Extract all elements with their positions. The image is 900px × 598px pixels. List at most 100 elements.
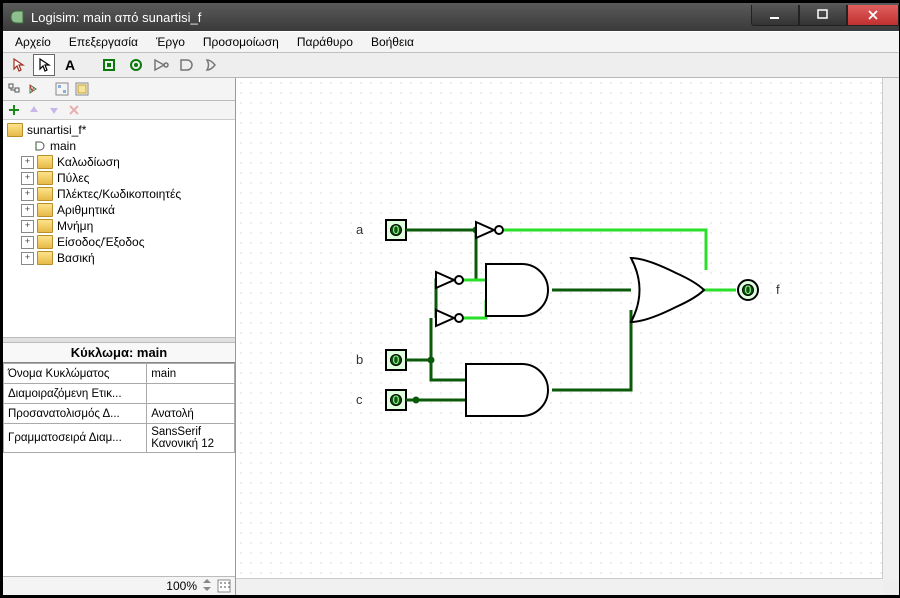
canvas[interactable]: 0 0 0 0 [236,78,899,595]
project-tree[interactable]: sunartisi_f* main + Καλωδίωση + Πύλες + Πλέ… [3,120,235,337]
menu-file[interactable]: Αρχείο [7,34,59,50]
text-tool-button[interactable]: A [59,54,81,76]
menu-project[interactable]: Έργο [148,34,193,50]
pin-value: 0 [393,393,400,407]
view-sim-button[interactable] [25,80,43,98]
expander-icon[interactable]: + [21,220,34,233]
attr-name: Γραμματοσειρά Διαμ... [4,424,147,453]
window-title: Logisim: main από sunartisi_f [31,10,751,25]
and-gate-2[interactable] [466,364,548,416]
and-gate-1[interactable] [486,264,548,316]
grid-toggle-icon[interactable] [217,579,231,593]
attribute-header: Κύκλωμα: main [3,343,235,363]
move-up-button[interactable] [25,101,43,119]
not-gate-button[interactable] [151,54,173,76]
attr-row[interactable]: Όνομα Κυκλώματοςmain [4,364,235,384]
tree-circuit-main[interactable]: main [7,138,231,154]
add-circuit-button[interactable] [5,101,23,119]
tree-lib-label: Βασική [57,251,95,265]
tree-lib-label: Αριθμητικά [57,203,115,217]
input-pin-button[interactable] [99,54,121,76]
menu-edit[interactable]: Επεξεργασία [61,34,146,50]
tree-lib-io[interactable]: +Είσοδος/Έξοδος [7,234,231,250]
edit-layout-button[interactable] [53,80,71,98]
input-pin-a[interactable]: 0 [386,220,406,240]
horizontal-scrollbar[interactable] [236,578,883,595]
tree-lib-label: Καλωδίωση [57,155,120,169]
or-gate-button[interactable] [203,54,225,76]
minimize-button[interactable] [751,5,799,26]
folder-icon [37,219,53,233]
app-window: Logisim: main από sunartisi_f Αρχείο Επε… [2,2,900,596]
tree-lib-label: Μνήμη [57,219,93,233]
attribute-panel: Κύκλωμα: main Όνομα Κυκλώματοςmain Διαμο… [3,343,235,595]
vertical-scrollbar[interactable] [882,78,899,579]
zoom-bar: 100% [3,576,235,595]
and-gate-button[interactable] [177,54,199,76]
folder-icon [37,251,53,265]
delete-circuit-button[interactable] [65,101,83,119]
menu-help[interactable]: Βοήθεια [363,34,422,50]
folder-icon [37,155,53,169]
expander-icon[interactable]: + [21,252,34,265]
attr-value[interactable]: SansSerif Κανονική 12 [147,424,235,453]
attr-row[interactable]: Διαμοιραζόμενη Ετικ... [4,384,235,404]
expander-icon[interactable]: + [21,236,34,249]
pin-label-a: a [356,222,363,237]
app-icon [9,9,25,25]
menubar: Αρχείο Επεξεργασία Έργο Προσομοίωση Παρά… [3,31,899,53]
attr-row[interactable]: Γραμματοσειρά Διαμ...SansSerif Κανονική … [4,424,235,453]
input-pin-c[interactable]: 0 [386,390,406,410]
tree-lib-label: Πλέκτες/Κωδικοποιητές [57,187,181,201]
expander-icon[interactable]: + [21,156,34,169]
maximize-button[interactable] [799,5,847,26]
close-button[interactable] [847,5,899,26]
scroll-corner [883,579,899,595]
tree-lib-memory[interactable]: + Μνήμη [7,218,231,234]
tree-lib-wiring[interactable]: + Καλωδίωση [7,154,231,170]
folder-icon [37,171,53,185]
menu-window[interactable]: Παράθυρο [289,34,361,50]
tree-root-label: sunartisi_f* [27,123,86,137]
not-gate-1[interactable] [476,222,503,238]
select-tool-button[interactable] [33,54,55,76]
expander-icon[interactable]: + [21,188,34,201]
folder-icon [37,203,53,217]
tree-lib-base[interactable]: + Βασική [7,250,231,266]
explorer-toolbar [3,78,235,101]
folder-icon [7,123,23,137]
attr-row[interactable]: Προσανατολισμός Δ...Ανατολή [4,404,235,424]
tree-circuit-label: main [50,139,76,153]
tree-lib-plexers[interactable]: + Πλέκτες/Κωδικοποιητές [7,186,231,202]
zoom-value: 100% [166,579,197,593]
not-gate-3[interactable] [436,310,463,326]
attribute-table: Όνομα Κυκλώματοςmain Διαμοιραζόμενη Ετικ… [3,363,235,453]
pin-label-c: c [356,392,363,407]
pin-label-b: b [356,352,363,367]
output-pin-button[interactable] [125,54,147,76]
canvas-area: 0 0 0 0 [236,78,899,595]
attr-value[interactable]: main [147,364,235,384]
move-down-button[interactable] [45,101,63,119]
menu-simulate[interactable]: Προσομοίωση [195,34,287,50]
view-tree-button[interactable] [5,80,23,98]
tree-lib-arithmetic[interactable]: + Αριθμητικά [7,202,231,218]
folder-icon [37,235,53,249]
titlebar: Logisim: main από sunartisi_f [3,3,899,31]
not-gate-2[interactable] [436,272,463,288]
attr-value[interactable]: Ανατολή [147,404,235,424]
circuit-icon [34,140,46,152]
poke-tool-button[interactable] [7,54,29,76]
or-gate[interactable] [631,258,704,322]
input-pin-b[interactable]: 0 [386,350,406,370]
edit-appearance-button[interactable] [73,80,91,98]
tree-root[interactable]: sunartisi_f* [7,122,231,138]
expander-icon[interactable]: + [21,204,34,217]
output-pin-f[interactable]: 0 [738,280,758,300]
tree-lib-label: Πύλες [57,171,89,185]
expander-icon[interactable]: + [21,172,34,185]
tree-lib-gates[interactable]: + Πύλες [7,170,231,186]
zoom-stepper[interactable] [201,578,213,595]
attr-value[interactable] [147,384,235,404]
circuit-diagram[interactable]: 0 0 0 0 [236,78,899,595]
